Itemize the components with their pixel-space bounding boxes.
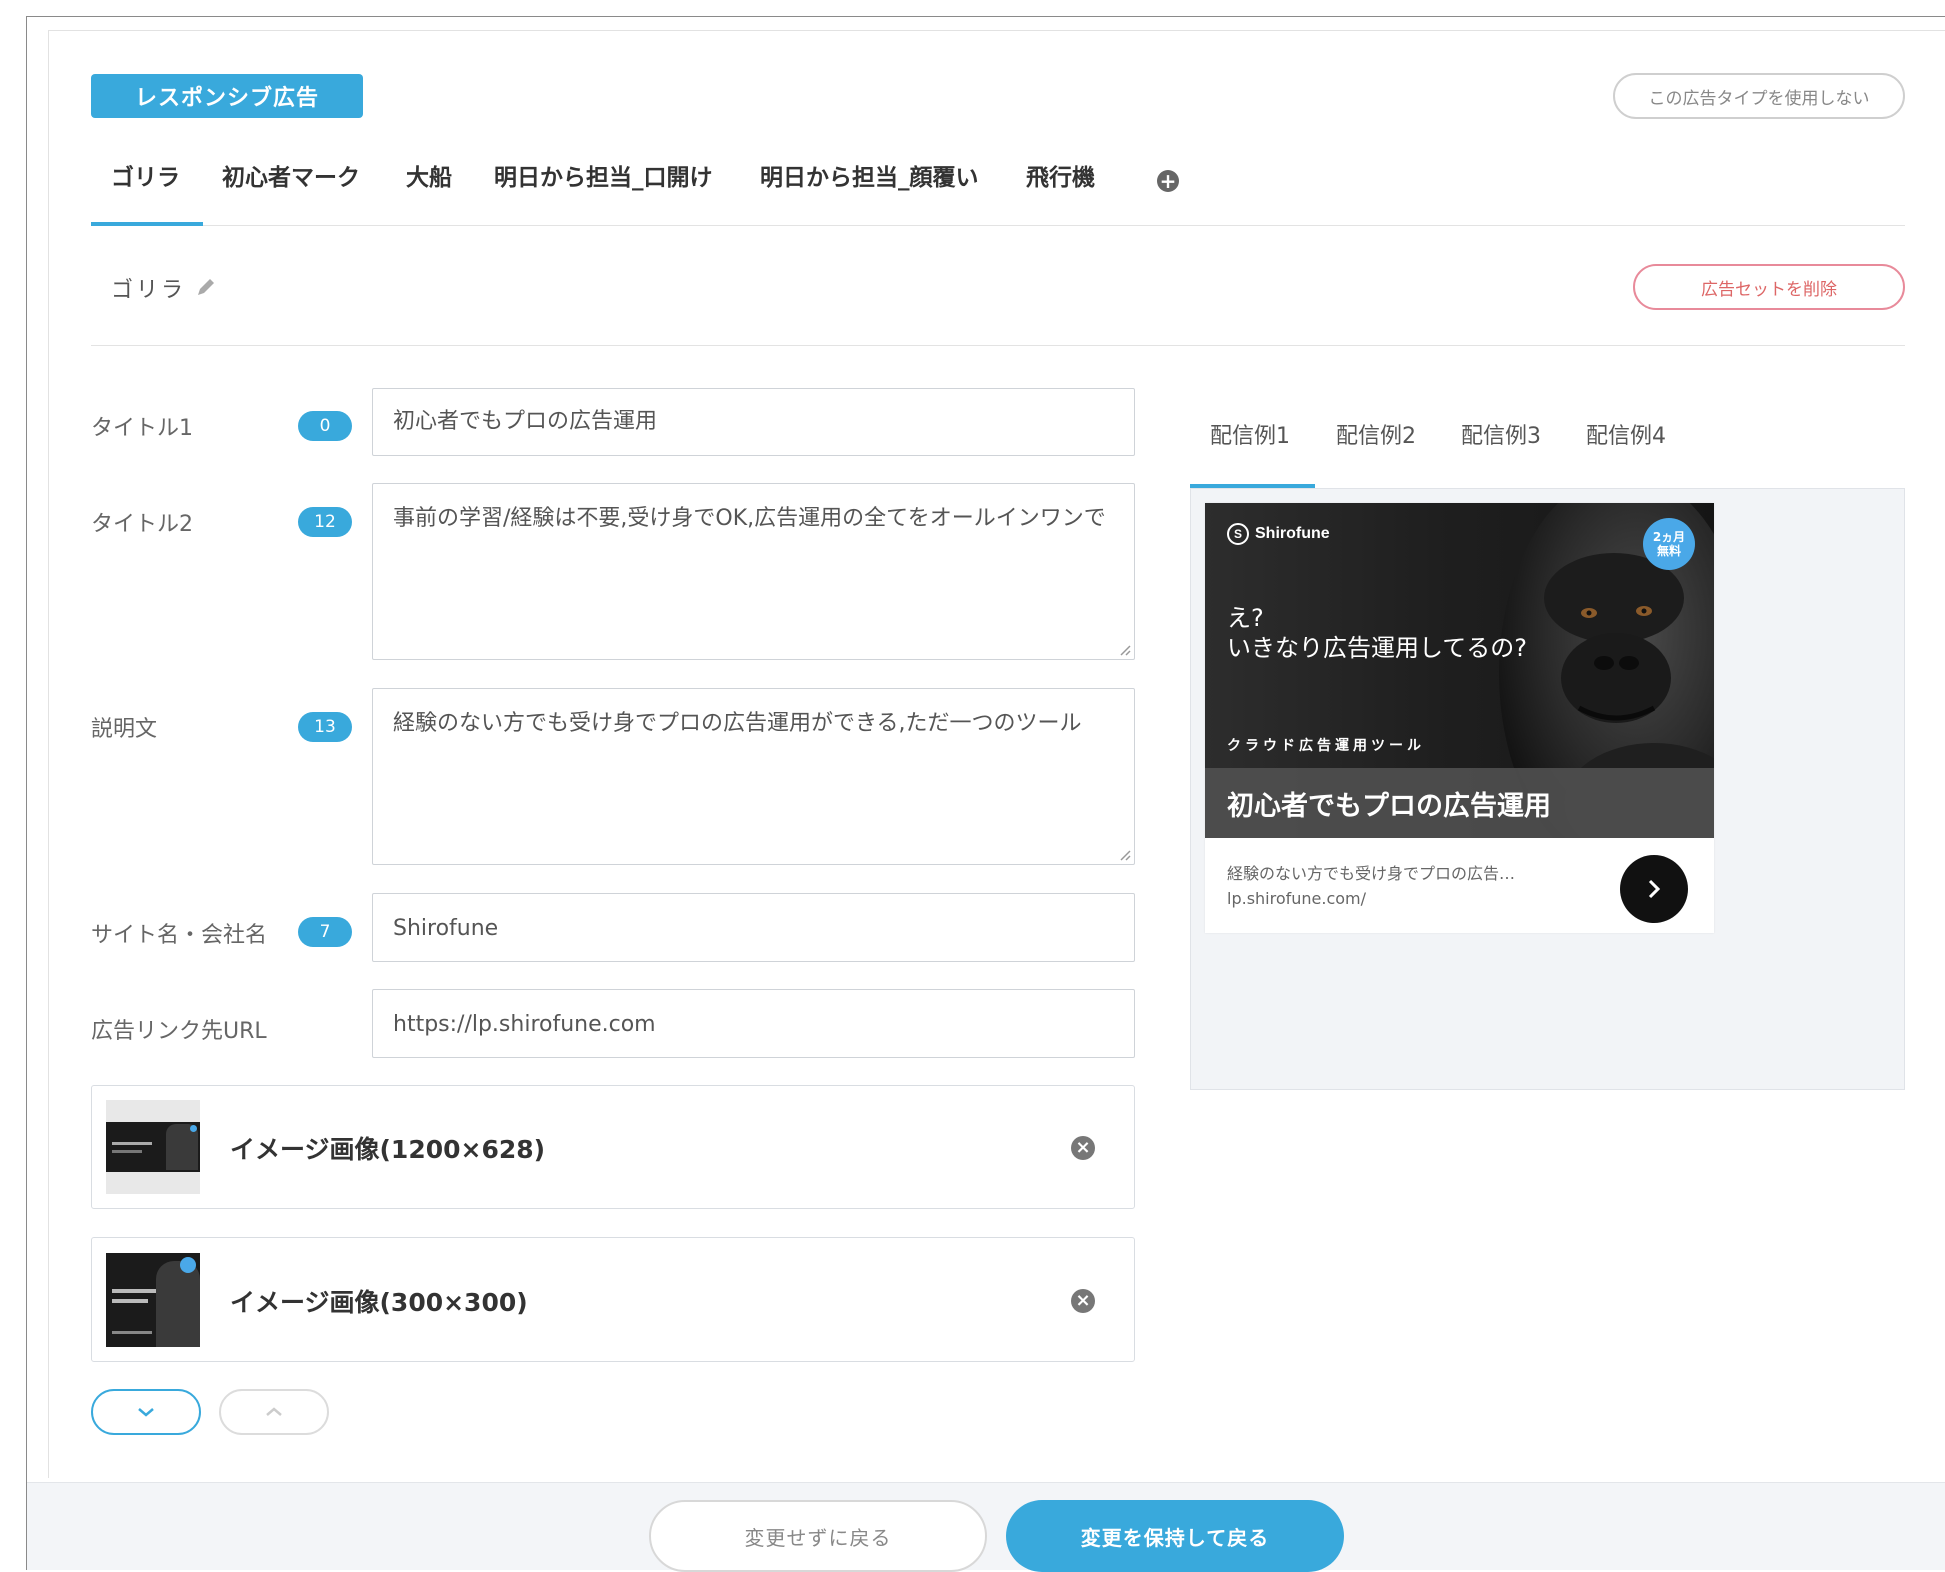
tab-preview-4[interactable]: 配信例4 bbox=[1586, 418, 1666, 450]
description-value: 経験のない方でも受け身でプロの広告運用ができる,ただ一つのツール bbox=[393, 711, 1082, 736]
link-url-input[interactable]: https://lp.shirofune.com bbox=[372, 989, 1135, 1058]
title2-value: 事前の学習/経験は不要,受け身でOK,広告運用の全てをオールインワンで bbox=[393, 506, 1106, 531]
tab-ad-set-1[interactable]: 初心者マーク bbox=[222, 158, 360, 192]
ad-hero-image: S Shirofune 2ヵ月 無料 え? いきなり広告運用してるの? クラウド… bbox=[1205, 503, 1714, 838]
tab-ad-set-5[interactable]: 飛行機 bbox=[1026, 158, 1095, 192]
description-textarea[interactable]: 経験のない方でも受け身でプロの広告運用ができる,ただ一つのツール bbox=[372, 688, 1135, 865]
title2-textarea[interactable]: 事前の学習/経験は不要,受け身でOK,広告運用の全てをオールインワンで bbox=[372, 483, 1135, 660]
save-changes-button[interactable]: 変更を保持して戻る bbox=[1006, 1500, 1344, 1572]
tab-ad-set-2[interactable]: 大船 bbox=[406, 158, 452, 192]
tab-ad-set-4[interactable]: 明日から担当_顔覆い bbox=[760, 158, 979, 192]
discard-changes-button[interactable]: 変更せずに戻る bbox=[649, 1500, 987, 1572]
promo-badge: 2ヵ月 無料 bbox=[1643, 518, 1695, 570]
title1-input[interactable]: 初心者でもプロの広告運用 bbox=[372, 388, 1135, 456]
tab-preview-3[interactable]: 配信例3 bbox=[1461, 418, 1541, 450]
image-label-square: イメージ画像(300×300) bbox=[230, 1288, 528, 1317]
promo-line-1: 2ヵ月 bbox=[1652, 530, 1686, 544]
tab-preview-1[interactable]: 配信例1 bbox=[1210, 418, 1290, 450]
image-card-square[interactable]: イメージ画像(300×300) × bbox=[91, 1237, 1135, 1362]
promo-line-2: 無料 bbox=[1656, 544, 1681, 558]
ad-catch-line-2: いきなり広告運用してるの? bbox=[1227, 634, 1528, 662]
delete-ad-set-button[interactable]: 広告セットを削除 bbox=[1633, 264, 1905, 310]
description-label: 説明文 bbox=[91, 717, 158, 742]
link-url-label: 広告リンク先URL bbox=[91, 1019, 267, 1044]
ad-brand-logo: S Shirofune bbox=[1227, 523, 1330, 545]
disable-ad-type-button[interactable]: この広告タイプを使用しない bbox=[1613, 73, 1905, 119]
ad-tagline: クラウド広告運用ツール bbox=[1227, 738, 1425, 754]
ad-set-tabs: ゴリラ 初心者マーク 大船 明日から担当_口開け 明日から担当_顔覆い 飛行機 … bbox=[91, 150, 1905, 226]
tab-preview-2[interactable]: 配信例2 bbox=[1336, 418, 1416, 450]
title1-count-badge: 0 bbox=[298, 411, 352, 441]
preview-tabs: 配信例1 配信例2 配信例3 配信例4 bbox=[1190, 398, 1905, 488]
chevron-right-icon bbox=[1648, 879, 1661, 899]
image-label-landscape: イメージ画像(1200×628) bbox=[230, 1135, 546, 1164]
ad-editor-screen: レスポンシブ広告 この広告タイプを使用しない ゴリラ 初心者マーク 大船 明日か… bbox=[0, 0, 1945, 1572]
ad-catch-copy: え? いきなり広告運用してるの? bbox=[1227, 603, 1527, 663]
image-card-landscape[interactable]: イメージ画像(1200×628) × bbox=[91, 1085, 1135, 1209]
ad-catch-line-1: え? bbox=[1227, 604, 1264, 632]
image-thumbnail bbox=[106, 1253, 200, 1347]
pencil-icon[interactable] bbox=[195, 276, 217, 298]
chevron-up-icon bbox=[266, 1407, 282, 1416]
chevron-down-icon bbox=[138, 1408, 154, 1417]
close-circle-icon[interactable]: × bbox=[1071, 1289, 1095, 1313]
footer-bar bbox=[27, 1482, 1945, 1570]
close-circle-icon[interactable]: × bbox=[1071, 1136, 1095, 1160]
title2-count-badge: 12 bbox=[298, 507, 352, 537]
site-name-label: サイト名・会社名 bbox=[91, 923, 268, 948]
title2-label: タイトル2 bbox=[91, 512, 193, 537]
ad-display-url: lp.shirofune.com/ bbox=[1227, 889, 1367, 908]
tab-ad-set-0[interactable]: ゴリラ bbox=[111, 158, 180, 192]
ad-set-name: ゴリラ bbox=[111, 278, 187, 303]
tab-ad-set-3[interactable]: 明日から担当_口開け bbox=[494, 158, 713, 192]
collapse-button[interactable] bbox=[219, 1389, 329, 1435]
brand-logo-icon: S bbox=[1227, 523, 1249, 545]
title1-label: タイトル1 bbox=[91, 416, 193, 441]
site-name-count-badge: 7 bbox=[298, 917, 352, 947]
description-count-badge: 13 bbox=[298, 712, 352, 742]
image-thumbnail bbox=[106, 1100, 200, 1194]
expand-button[interactable] bbox=[91, 1389, 201, 1435]
ad-brand-name: Shirofune bbox=[1255, 525, 1330, 542]
resize-handle-icon[interactable] bbox=[1117, 642, 1131, 656]
site-name-input[interactable]: Shirofune bbox=[372, 893, 1135, 962]
resize-handle-icon[interactable] bbox=[1117, 847, 1131, 861]
plus-circle-icon[interactable]: + bbox=[1157, 170, 1179, 192]
ad-description: 経験のない方でも受け身でプロの広告… bbox=[1227, 864, 1516, 883]
ad-headline: 初心者でもプロの広告運用 bbox=[1205, 768, 1714, 838]
ad-preview: S Shirofune 2ヵ月 無料 え? いきなり広告運用してるの? クラウド… bbox=[1205, 503, 1714, 933]
ad-cta-button[interactable] bbox=[1620, 855, 1688, 923]
ad-type-badge: レスポンシブ広告 bbox=[91, 74, 363, 118]
